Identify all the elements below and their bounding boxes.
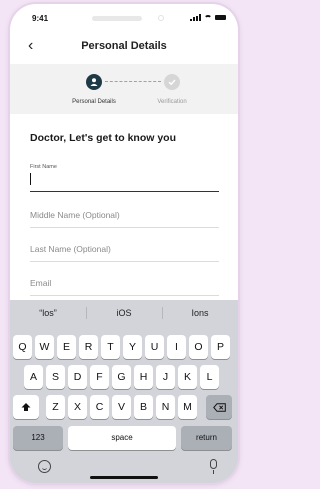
step-connector <box>105 81 161 82</box>
suggestion-item[interactable]: Ions <box>162 300 238 326</box>
camera-icon <box>158 15 164 21</box>
suggestion-item[interactable]: “los” <box>10 300 86 326</box>
key-z[interactable]: Z <box>46 395 65 419</box>
battery-icon <box>215 15 226 20</box>
middle-name-field[interactable]: Middle Name (Optional) <box>30 206 219 228</box>
key-s[interactable]: S <box>46 365 65 389</box>
signal-icon <box>190 14 201 21</box>
key-k[interactable]: K <box>178 365 197 389</box>
first-name-label: First Name <box>30 164 57 170</box>
field-underline <box>30 261 219 262</box>
return-key[interactable]: return <box>181 426 232 450</box>
key-h[interactable]: H <box>134 365 153 389</box>
form-heading: Doctor, Let's get to know you <box>30 132 177 144</box>
status-bar: 9:41 <box>10 4 238 32</box>
step-label-verification: Verification <box>157 99 187 105</box>
page-title: Personal Details <box>81 40 167 52</box>
phone-screen: 9:41 ‹ Personal Details Personal Details… <box>10 4 238 483</box>
key-g[interactable]: G <box>112 365 131 389</box>
step-label-personal-details: Personal Details <box>72 99 116 105</box>
email-field[interactable]: Email <box>30 274 219 296</box>
field-underline <box>30 190 219 192</box>
field-underline <box>30 227 219 228</box>
email-placeholder: Email <box>30 278 52 288</box>
home-indicator[interactable] <box>90 476 158 479</box>
key-t[interactable]: T <box>101 335 120 359</box>
middle-name-placeholder: Middle Name (Optional) <box>30 210 120 220</box>
last-name-field[interactable]: Last Name (Optional) <box>30 240 219 262</box>
last-name-placeholder: Last Name (Optional) <box>30 244 111 254</box>
numbers-key[interactable]: 123 <box>13 426 63 450</box>
first-name-field[interactable]: First Name <box>30 164 219 192</box>
notch <box>92 16 142 21</box>
emoji-icon[interactable] <box>38 460 51 473</box>
key-q[interactable]: Q <box>13 335 32 359</box>
key-e[interactable]: E <box>57 335 76 359</box>
status-icons <box>190 14 226 21</box>
key-m[interactable]: M <box>178 395 197 419</box>
status-time: 9:41 <box>32 14 49 23</box>
key-n[interactable]: N <box>156 395 175 419</box>
key-a[interactable]: A <box>24 365 43 389</box>
space-key[interactable]: space <box>68 426 176 450</box>
microphone-icon[interactable] <box>210 459 217 474</box>
key-i[interactable]: I <box>167 335 186 359</box>
key-c[interactable]: C <box>90 395 109 419</box>
key-o[interactable]: O <box>189 335 208 359</box>
progress-stepper: Personal Details Verification <box>10 64 238 114</box>
suggestion-item[interactable]: iOS <box>86 300 162 326</box>
key-f[interactable]: F <box>90 365 109 389</box>
key-j[interactable]: J <box>156 365 175 389</box>
key-p[interactable]: P <box>211 335 230 359</box>
text-cursor <box>30 173 31 185</box>
key-r[interactable]: R <box>79 335 98 359</box>
suggestion-bar: “los” iOS Ions <box>10 300 238 326</box>
key-l[interactable]: L <box>200 365 219 389</box>
person-icon <box>86 74 102 90</box>
key-v[interactable]: V <box>112 395 131 419</box>
delete-icon <box>212 403 226 412</box>
shift-icon <box>21 403 31 411</box>
key-d[interactable]: D <box>68 365 87 389</box>
delete-key[interactable] <box>206 395 232 419</box>
key-w[interactable]: W <box>35 335 54 359</box>
key-u[interactable]: U <box>145 335 164 359</box>
wifi-icon <box>204 14 212 21</box>
key-y[interactable]: Y <box>123 335 142 359</box>
check-icon <box>164 74 180 90</box>
shift-key[interactable] <box>13 395 39 419</box>
key-b[interactable]: B <box>134 395 153 419</box>
header: ‹ Personal Details <box>10 32 238 62</box>
key-x[interactable]: X <box>68 395 87 419</box>
field-underline <box>30 295 219 296</box>
keyboard-bottom-bar <box>10 455 238 483</box>
